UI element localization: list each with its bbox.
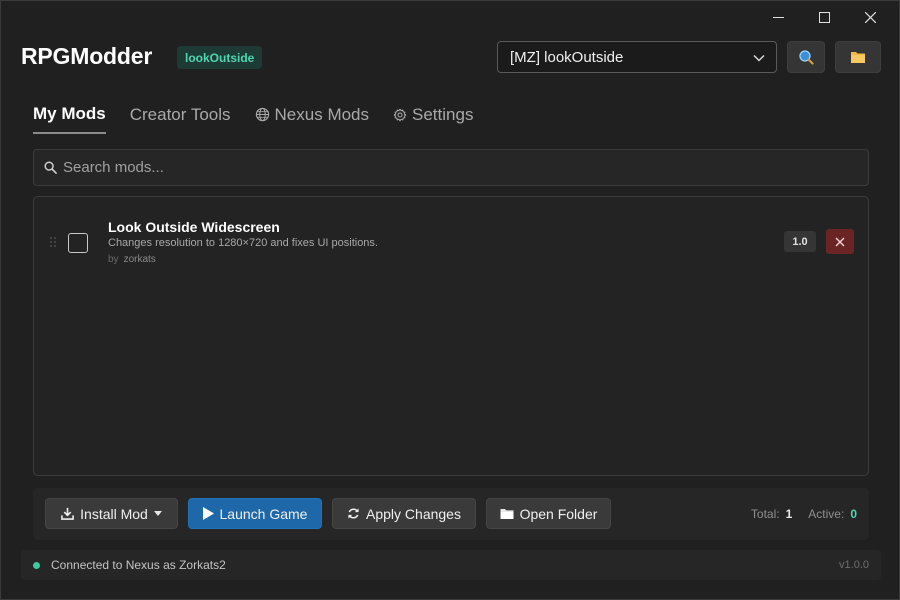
mod-version-badge: 1.0 bbox=[784, 231, 816, 252]
total-count: 1 bbox=[785, 507, 793, 521]
gear-icon bbox=[393, 107, 407, 122]
minimize-button[interactable] bbox=[755, 5, 801, 29]
total-label: Total: bbox=[750, 507, 780, 521]
install-mod-button[interactable]: Install Mod bbox=[45, 498, 178, 529]
tab-label: Nexus Mods bbox=[274, 104, 370, 124]
refresh-icon bbox=[348, 508, 359, 519]
action-bar: Install Mod Launch Game Apply Changes Op… bbox=[33, 488, 869, 540]
close-icon bbox=[864, 11, 876, 23]
chevron-down-icon bbox=[753, 54, 765, 62]
search-bar bbox=[33, 149, 869, 186]
magnifier-icon bbox=[799, 50, 814, 65]
close-icon bbox=[835, 237, 845, 246]
list-item[interactable]: Look Outside Widescreen Changes resoluti… bbox=[34, 197, 868, 277]
tab-label: Settings bbox=[412, 104, 474, 124]
play-icon bbox=[202, 507, 214, 520]
mod-stats: Total: 1 Active: 0 bbox=[751, 507, 857, 521]
tab-nexus-mods[interactable]: Nexus Mods bbox=[255, 104, 369, 134]
game-select-value: [MZ] lookOutside bbox=[510, 48, 624, 66]
download-icon bbox=[61, 507, 75, 520]
active-label: Active: bbox=[808, 507, 845, 521]
maximize-icon bbox=[818, 11, 830, 23]
apply-changes-label: Apply Changes bbox=[366, 505, 461, 522]
minimize-icon bbox=[772, 16, 784, 18]
app-window: RPGModder lookOutside [MZ] lookOutside M… bbox=[0, 0, 900, 600]
mod-author-prefix: by bbox=[108, 254, 119, 265]
install-mod-label: Install Mod bbox=[80, 505, 148, 522]
mod-description: Changes resolution to 1280×720 and fixes… bbox=[108, 237, 378, 249]
caret-down-icon bbox=[153, 510, 162, 516]
search-input[interactable] bbox=[63, 159, 843, 176]
window-controls bbox=[755, 5, 893, 29]
folder-icon bbox=[851, 52, 865, 63]
launch-game-label: Launch Game bbox=[219, 505, 308, 522]
tab-label: My Mods bbox=[33, 104, 106, 123]
app-version: v1.0.0 bbox=[839, 559, 869, 571]
tab-my-mods[interactable]: My Mods bbox=[33, 104, 106, 134]
status-text: Connected to Nexus as Zorkats2 bbox=[51, 558, 226, 572]
launch-game-button[interactable]: Launch Game bbox=[188, 498, 322, 529]
open-folder-label: Open Folder bbox=[519, 505, 598, 522]
drag-handle-icon[interactable] bbox=[50, 237, 56, 247]
tab-creator-tools[interactable]: Creator Tools bbox=[130, 104, 231, 134]
main-tabs: My Mods Creator Tools Nexus Mods Setting… bbox=[33, 104, 497, 134]
apply-changes-button[interactable]: Apply Changes bbox=[332, 498, 476, 529]
game-badge: lookOutside bbox=[177, 46, 263, 69]
search-icon bbox=[44, 161, 57, 174]
connection-status-dot bbox=[33, 561, 40, 569]
close-window-button[interactable] bbox=[847, 5, 893, 29]
globe-icon bbox=[255, 107, 269, 122]
app-title: RPGModder bbox=[21, 43, 153, 69]
open-folder-button[interactable]: Open Folder bbox=[486, 498, 611, 529]
mod-title: Look Outside Widescreen bbox=[108, 219, 280, 235]
remove-mod-button[interactable] bbox=[826, 229, 854, 254]
mod-author-name: zorkats bbox=[123, 254, 156, 265]
mod-list: Look Outside Widescreen Changes resoluti… bbox=[33, 196, 869, 476]
tab-label: Creator Tools bbox=[129, 104, 231, 124]
maximize-button[interactable] bbox=[801, 5, 847, 29]
mod-author: by zorkats bbox=[108, 254, 156, 265]
game-select[interactable]: [MZ] lookOutside bbox=[497, 41, 777, 73]
folder-icon bbox=[500, 508, 514, 519]
status-bar: Connected to Nexus as Zorkats2 v1.0.0 bbox=[21, 550, 881, 580]
active-count: 0 bbox=[850, 507, 857, 521]
search-game-button[interactable] bbox=[787, 41, 825, 73]
open-game-folder-button[interactable] bbox=[835, 41, 881, 73]
mod-enabled-checkbox[interactable] bbox=[68, 233, 88, 253]
tab-settings[interactable]: Settings bbox=[393, 104, 473, 134]
